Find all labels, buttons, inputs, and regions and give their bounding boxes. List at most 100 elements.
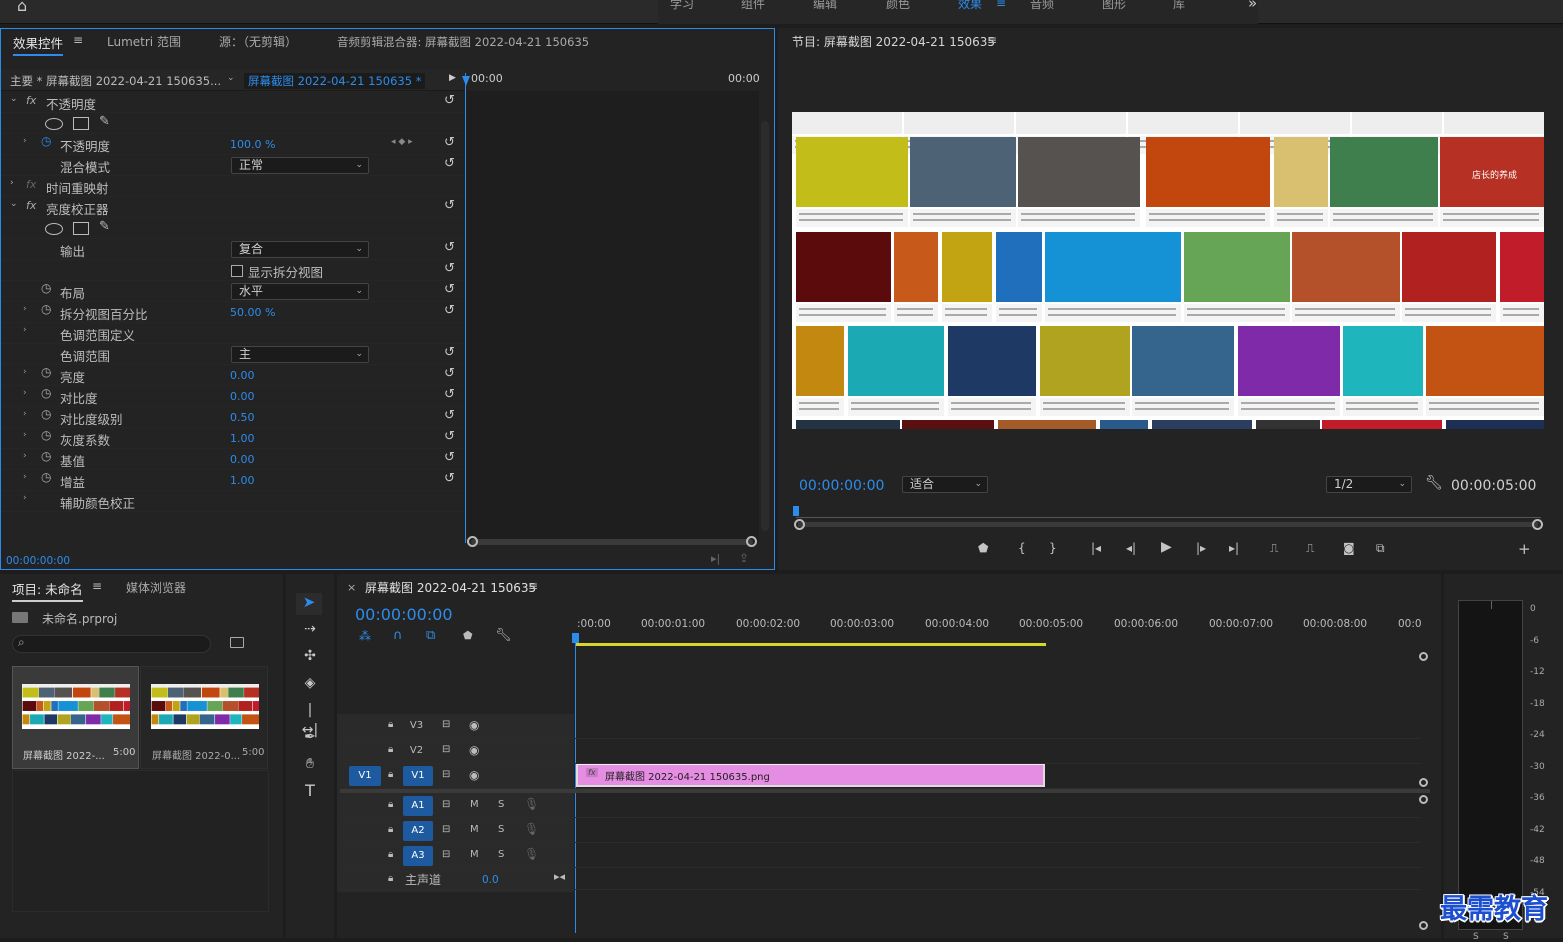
row-contrast[interactable]: › ◷ 对比度 0.00 ↺ xyxy=(1,386,464,407)
add-marker-icon[interactable]: ⬟ xyxy=(463,629,473,642)
reset-icon[interactable]: ↺ xyxy=(444,345,455,360)
export-frame-icon[interactable]: ◙ xyxy=(1343,541,1355,555)
twirl-icon[interactable]: › xyxy=(23,430,27,440)
row-gamma[interactable]: › ◷ 灰度系数 1.00 ↺ xyxy=(1,428,464,449)
tab-media-browser[interactable]: 媒体浏览器 xyxy=(126,579,186,596)
linked-selection-icon[interactable]: ∩ xyxy=(393,628,403,643)
solo-button[interactable]: S xyxy=(498,849,504,860)
workspace-tab-libraries[interactable]: 库 xyxy=(1173,0,1185,12)
workspace-tab-effects[interactable]: 效果 xyxy=(958,0,982,12)
tab-effect-controls[interactable]: 效果控件 xyxy=(13,33,64,56)
row-secondary-cc[interactable]: › 辅助颜色校正 xyxy=(1,491,464,512)
type-tool[interactable]: T xyxy=(300,781,320,801)
row-pedestal[interactable]: › ◷ 基值 0.00 ↺ xyxy=(1,449,464,470)
zoom-handle-left[interactable] xyxy=(794,519,805,530)
mute-button[interactable]: M xyxy=(470,849,479,860)
lock-icon[interactable]: 🔒︎ xyxy=(388,744,393,755)
contrast-value[interactable]: 0.00 xyxy=(230,390,255,403)
tab-menu-icon[interactable]: ≡ xyxy=(73,33,83,47)
reset-icon[interactable]: ↺ xyxy=(444,282,455,297)
tonal-range-dropdown[interactable]: 主 ⌄ xyxy=(231,346,369,363)
insert-overwrite-icon[interactable]: ⧉ xyxy=(426,628,435,643)
gamma-value[interactable]: 1.00 xyxy=(230,432,255,445)
solo-button[interactable]: S xyxy=(498,799,504,810)
reset-icon[interactable]: ↺ xyxy=(444,303,455,318)
lock-icon[interactable]: 🔒︎ xyxy=(388,799,393,810)
program-playhead[interactable] xyxy=(793,506,799,516)
reset-icon[interactable]: ↺ xyxy=(444,429,455,444)
split-view-checkbox[interactable] xyxy=(231,265,243,277)
timeline-timecode[interactable]: 00:00:00:00 xyxy=(355,605,453,624)
reset-icon[interactable]: ↺ xyxy=(444,198,455,213)
pen-mask-icon[interactable]: ✎ xyxy=(99,219,110,234)
meter-solo-left[interactable]: S xyxy=(1473,932,1479,942)
extract-icon[interactable]: ⎍ xyxy=(1306,541,1314,556)
twirl-icon[interactable]: › xyxy=(23,325,27,335)
gain-value[interactable]: 1.00 xyxy=(230,474,255,487)
play-only-icon[interactable]: ▶ xyxy=(449,73,456,83)
reset-icon[interactable]: ↺ xyxy=(444,471,455,486)
reset-icon[interactable]: ↺ xyxy=(444,261,455,276)
selection-tool[interactable]: ➤ xyxy=(296,593,322,615)
ec-playhead[interactable] xyxy=(465,73,466,543)
eye-icon[interactable]: ◉ xyxy=(469,743,479,757)
play-icon[interactable]: ▶ xyxy=(1161,539,1172,555)
reset-icon[interactable]: ↺ xyxy=(444,240,455,255)
stopwatch-icon[interactable]: ◷ xyxy=(41,134,51,148)
track-label-v1[interactable]: V1 xyxy=(403,766,433,786)
pen-tool[interactable]: ✒ xyxy=(300,727,320,747)
track-select-tool[interactable]: ⇢ xyxy=(300,619,320,639)
rect-mask-icon[interactable] xyxy=(73,117,89,130)
home-icon[interactable]: ⌂ xyxy=(17,0,27,14)
stopwatch-icon[interactable]: ◷ xyxy=(41,386,51,400)
project-item-2[interactable]: 屏幕截图 2022-0... 5:00 xyxy=(140,666,268,769)
program-time-ruler[interactable] xyxy=(796,504,1541,518)
slip-tool[interactable]: |↔| xyxy=(300,700,320,738)
row-time-remap[interactable]: › fx 时间重映射 xyxy=(1,176,464,197)
collapse-icon[interactable]: ⌄ xyxy=(10,94,18,104)
timeline-playhead-marker[interactable] xyxy=(572,633,579,643)
eye-icon[interactable]: ◉ xyxy=(469,718,479,732)
stopwatch-icon[interactable]: ◷ xyxy=(41,302,51,316)
mic-icon[interactable]: 🎙︎ xyxy=(524,797,539,811)
rect-mask-icon[interactable] xyxy=(73,222,89,235)
track-label-v3[interactable]: V3 xyxy=(403,716,430,736)
lift-icon[interactable]: ⎍ xyxy=(1270,541,1278,556)
twirl-icon[interactable]: › xyxy=(23,304,27,314)
ec-zoom-handle-left[interactable] xyxy=(467,536,478,547)
step-forward-icon[interactable]: |▸ xyxy=(1196,541,1206,555)
close-icon[interactable]: × xyxy=(347,581,356,594)
vscroll-handle-mid[interactable] xyxy=(1419,778,1428,787)
layout-dropdown[interactable]: 水平 ⌄ xyxy=(231,283,369,300)
split-percent-value[interactable]: 50.00 % xyxy=(230,306,275,319)
comparison-view-icon[interactable]: ⧉ xyxy=(1376,541,1385,556)
sync-lock-icon[interactable]: ⊟ xyxy=(442,849,450,860)
mic-icon[interactable]: 🎙︎ xyxy=(524,822,539,836)
program-video-frame[interactable]: 店长的养成 xyxy=(792,112,1544,429)
workspace-menu-icon[interactable]: ≡ xyxy=(996,0,1006,10)
contrast-level-value[interactable]: 0.50 xyxy=(230,411,255,424)
row-brightness[interactable]: › ◷ 亮度 0.00 ↺ xyxy=(1,365,464,386)
go-to-end-icon[interactable]: ▸◂ xyxy=(554,870,565,883)
tab-lumetri-scopes[interactable]: Lumetri 范围 xyxy=(107,33,181,50)
fit-dropdown[interactable]: 适合 ⌄ xyxy=(902,476,988,493)
twirl-icon[interactable]: › xyxy=(23,451,27,461)
reset-icon[interactable]: ↺ xyxy=(444,156,455,171)
stopwatch-icon[interactable]: ◷ xyxy=(41,281,51,295)
lock-icon[interactable]: 🔒︎ xyxy=(388,824,393,835)
sync-lock-icon[interactable]: ⊟ xyxy=(442,824,450,835)
row-tonal-range-def[interactable]: › 色调范围定义 xyxy=(1,323,464,344)
ec-play-icon[interactable]: ▸| xyxy=(711,552,720,565)
master-clip-label[interactable]: 主要 * 屏幕截图 2022-04-21 150635... xyxy=(10,73,221,89)
resolution-dropdown[interactable]: 1/2 ⌄ xyxy=(1326,476,1412,493)
chevron-down-icon[interactable]: ⌄ xyxy=(227,73,235,83)
reset-icon[interactable]: ↺ xyxy=(444,408,455,423)
reset-icon[interactable]: ↺ xyxy=(444,387,455,402)
sync-lock-icon[interactable]: ⊟ xyxy=(442,719,450,730)
program-menu-icon[interactable]: ≡ xyxy=(987,33,997,47)
workspace-tab-assembly[interactable]: 组件 xyxy=(741,0,765,12)
ec-scrollbar[interactable] xyxy=(761,121,769,531)
row-split-percent[interactable]: › ◷ 拆分视图百分比 50.00 % ↺ xyxy=(1,302,464,323)
hand-tool[interactable]: ✋︎ xyxy=(300,754,320,774)
stopwatch-icon[interactable]: ◷ xyxy=(41,407,51,421)
